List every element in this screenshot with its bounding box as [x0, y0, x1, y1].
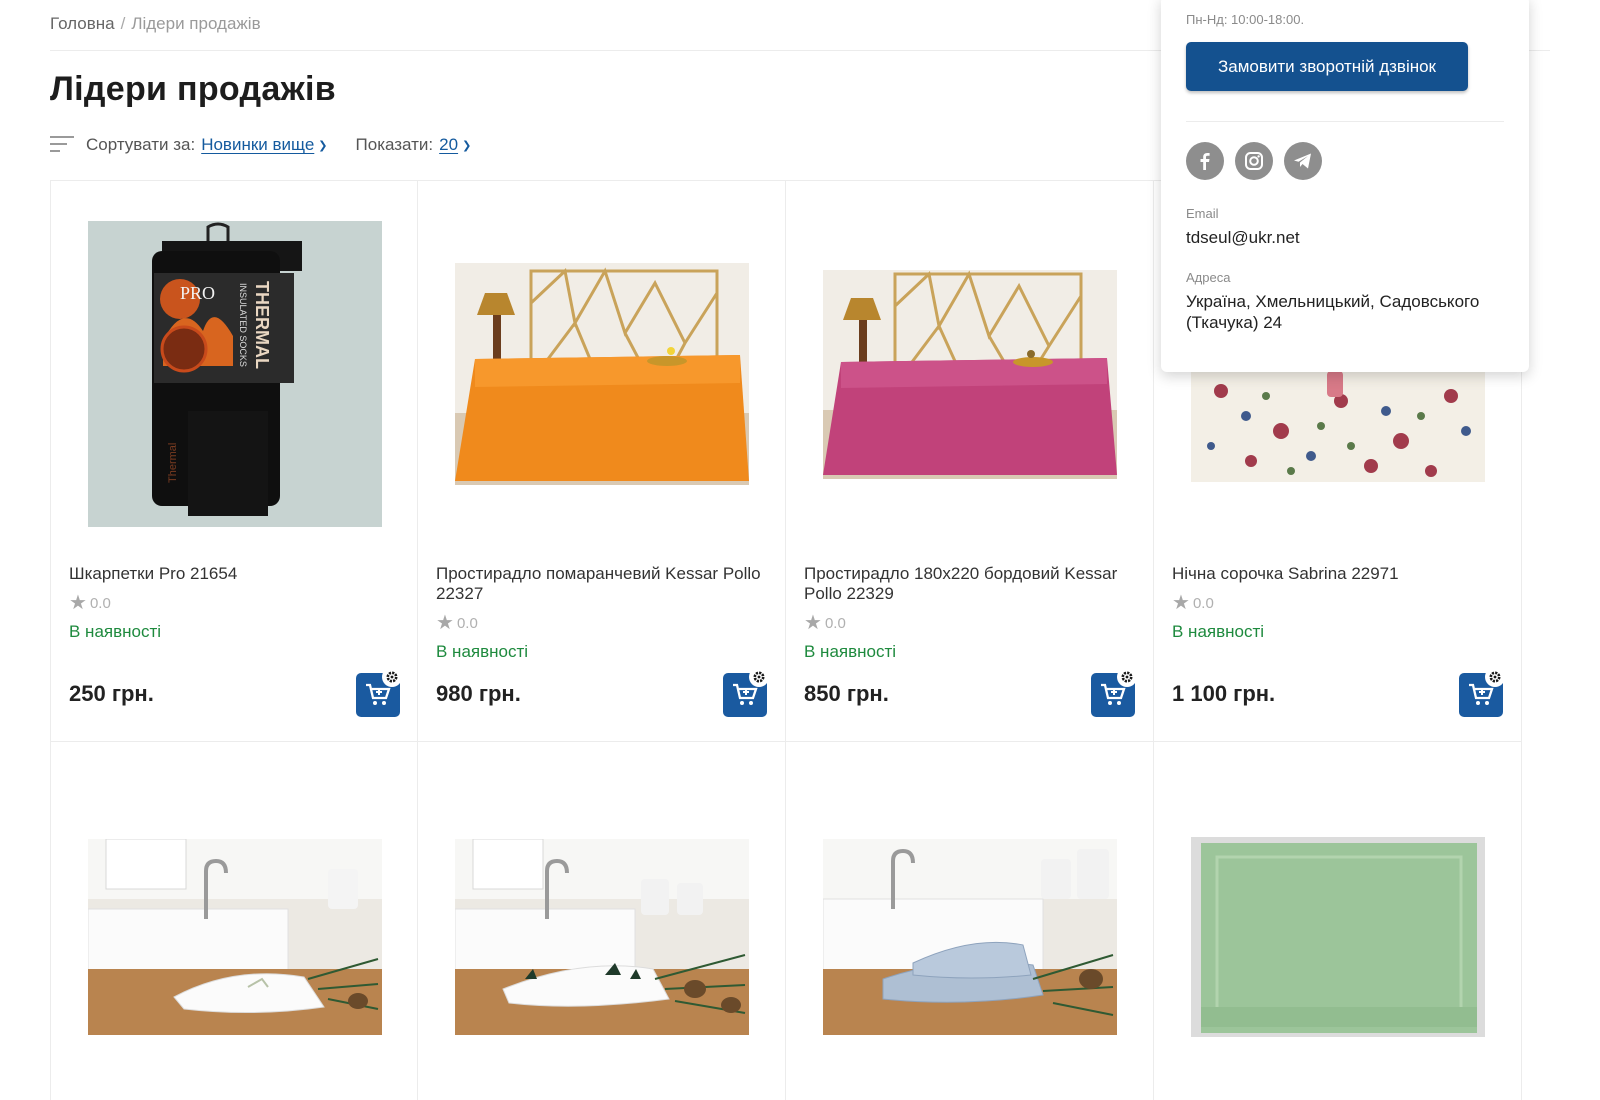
show-count-select[interactable]: 20 [439, 135, 458, 155]
product-card[interactable]: Простирадло 180х220 бордовий Kessar Poll… [786, 181, 1154, 742]
stock-status: В наявності [1172, 622, 1265, 641]
product-name[interactable]: Нічна сорочка Sabrina 22971 [1172, 564, 1507, 584]
breadcrumb-current: Лідери продажів [131, 14, 261, 33]
product-image[interactable] [1191, 837, 1485, 1037]
product-card[interactable]: Простирадло помаранчевий Kessar Pollo 22… [418, 181, 786, 742]
product-price: 1 100 грн. [1172, 681, 1276, 706]
product-card[interactable] [1154, 742, 1522, 1100]
cart-icon [1469, 683, 1494, 705]
product-rating: ★ 0.0 [1172, 593, 1214, 613]
stock-status: В наявності [69, 622, 162, 641]
product-name[interactable]: Простирадло 180х220 бордовий Kessar Poll… [804, 564, 1139, 604]
product-price: 850 грн. [804, 681, 889, 706]
star-icon: ★ [804, 612, 822, 634]
product-price: 980 грн. [436, 681, 521, 706]
product-image[interactable]: PRO THERMAL INSULATED SOCKS Thermal [88, 221, 382, 527]
product-image[interactable] [455, 263, 749, 485]
cart-icon [366, 683, 391, 705]
divider [1186, 121, 1504, 122]
svg-text:INSULATED SOCKS: INSULATED SOCKS [238, 283, 248, 367]
svg-text:PRO: PRO [180, 283, 215, 303]
product-image[interactable] [88, 839, 382, 1035]
product-rating: ★ 0.0 [804, 613, 846, 633]
email-label: Email [1186, 206, 1219, 221]
rating-value: 0.0 [89, 594, 111, 612]
chevron-down-icon[interactable]: ❯ [462, 139, 471, 152]
stock-status: В наявності [436, 642, 529, 661]
callback-button[interactable]: Замовити зворотній дзвінок [1186, 42, 1468, 91]
product-image[interactable] [823, 839, 1117, 1035]
show-label: Показати: [355, 135, 434, 154]
chevron-down-icon[interactable]: ❯ [318, 139, 327, 152]
breadcrumb: Головна / Лідери продажів [50, 14, 261, 34]
product-rating: ★ 0.0 [69, 593, 111, 613]
product-card[interactable] [50, 742, 418, 1100]
star-icon: ★ [69, 592, 87, 614]
sort-select[interactable]: Новинки вище [201, 135, 314, 155]
page-title: Лідери продажів [50, 70, 336, 108]
svg-text:THERMAL: THERMAL [252, 281, 272, 369]
rating-value: 0.0 [824, 614, 846, 632]
rating-value: 0.0 [1192, 594, 1214, 612]
working-hours: Пн-Нд: 10:00-18:00. [1186, 12, 1305, 27]
stock-status: В наявності [804, 642, 897, 661]
product-card[interactable] [418, 742, 786, 1100]
gear-icon [749, 667, 769, 687]
address-text: Україна, Хмельницький, Садовського (Ткач… [1186, 292, 1480, 332]
sort-icon [50, 136, 74, 154]
sort-toolbar: Сортувати за: Новинки вище ❯ Показати: 2… [50, 132, 471, 158]
cart-icon [1101, 683, 1126, 705]
product-image[interactable] [823, 270, 1117, 479]
cart-icon [733, 683, 758, 705]
sort-label: Сортувати за: [86, 135, 196, 154]
telegram-icon[interactable] [1284, 142, 1322, 180]
facebook-icon[interactable] [1186, 142, 1224, 180]
star-icon: ★ [1172, 592, 1190, 614]
svg-text:Thermal: Thermal [167, 443, 179, 483]
product-card[interactable] [786, 742, 1154, 1100]
gear-icon [1485, 667, 1505, 687]
contact-popup: Пн-Нд: 10:00-18:00. Замовити зворотній д… [1161, 0, 1529, 372]
product-rating: ★ 0.0 [436, 613, 478, 633]
product-name[interactable]: Простирадло помаранчевий Kessar Pollo 22… [436, 564, 771, 604]
star-icon: ★ [436, 612, 454, 634]
email-link[interactable]: tdseul@ukr.net [1186, 227, 1506, 248]
gear-icon [1117, 667, 1137, 687]
breadcrumb-home[interactable]: Головна [50, 14, 115, 33]
instagram-icon[interactable] [1235, 142, 1273, 180]
rating-value: 0.0 [456, 614, 478, 632]
product-image[interactable] [455, 839, 749, 1035]
product-name[interactable]: Шкарпетки Pro 21654 [69, 564, 404, 584]
address-label: Адреса [1186, 270, 1231, 285]
product-price: 250 грн. [69, 681, 154, 706]
product-card[interactable]: PRO THERMAL INSULATED SOCKS Thermal Шкар… [50, 181, 418, 742]
product-image[interactable] [1191, 371, 1485, 482]
breadcrumb-separator: / [120, 14, 126, 33]
gear-icon [382, 667, 402, 687]
